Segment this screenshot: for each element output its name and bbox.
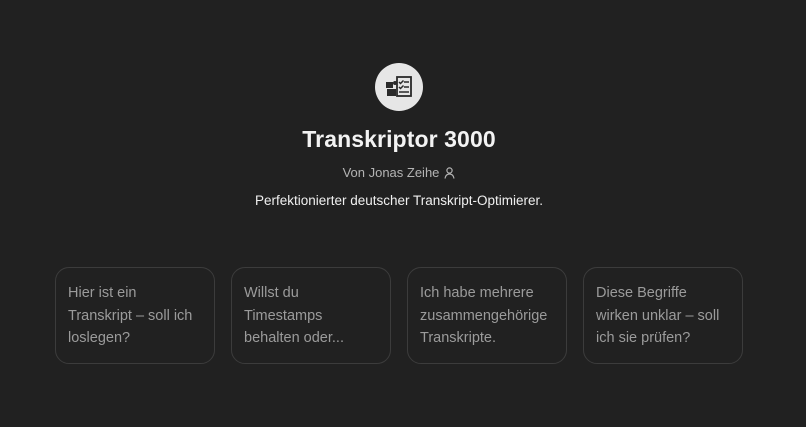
- starter-card-1[interactable]: Hier ist ein Transkript – soll ich losle…: [55, 267, 215, 364]
- starter-card-3[interactable]: Ich habe mehrere zusammengehörige Transk…: [407, 267, 567, 364]
- gpt-intro-page: Transkriptor 3000 Von Jonas Zeihe Perfek…: [0, 0, 806, 427]
- conversation-starters: Hier ist ein Transkript – soll ich losle…: [55, 267, 743, 364]
- gpt-title: Transkriptor 3000: [302, 126, 496, 152]
- starter-card-4[interactable]: Diese Begriffe wirken unklar – soll ich …: [583, 267, 743, 364]
- checklist-gears-icon: [386, 76, 412, 97]
- gpt-author[interactable]: Von Jonas Zeihe: [0, 165, 798, 180]
- gpt-avatar: [375, 63, 423, 111]
- starter-card-2[interactable]: Willst du Timestamps behalten oder...: [231, 267, 391, 364]
- person-icon: [444, 166, 456, 179]
- gpt-description: Perfektionierter deutscher Transkript-Op…: [254, 193, 544, 208]
- author-label: Von Jonas Zeihe: [342, 165, 440, 180]
